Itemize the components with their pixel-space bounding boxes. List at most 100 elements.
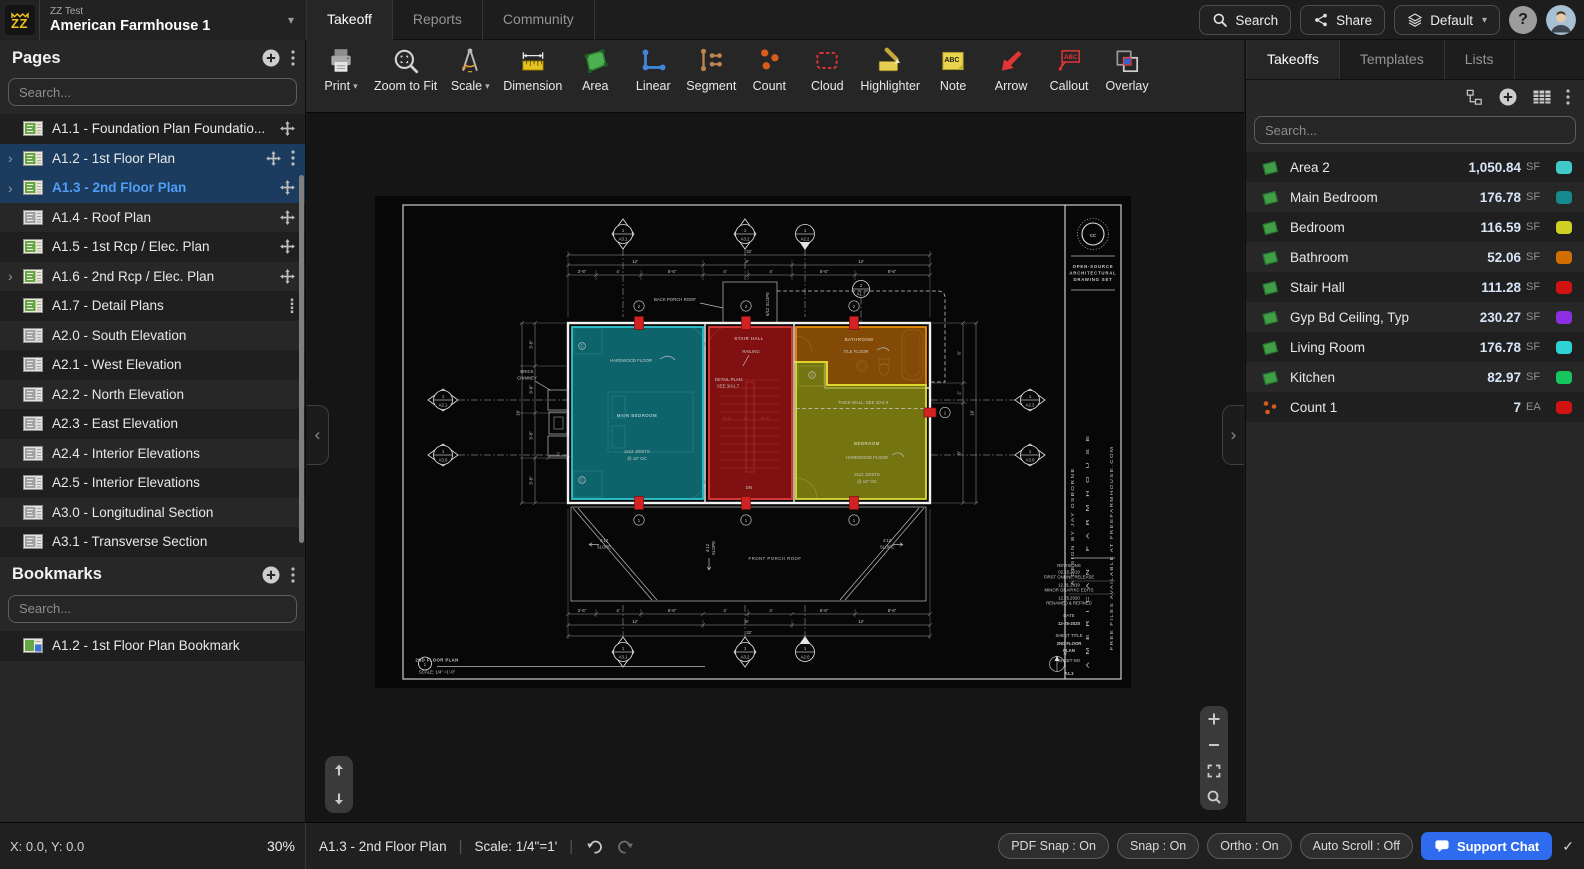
toggle-ortho-on[interactable]: Ortho : On [1207,833,1291,859]
toggle-auto-scroll-off[interactable]: Auto Scroll : Off [1300,833,1413,859]
page-row-a1-2-1st-floor-plan[interactable]: ›A1.2 - 1st Floor Plan [0,144,305,174]
takeoff-row-living-room[interactable]: Living Room176.78SF [1246,332,1584,362]
tool-segment[interactable]: Segment [682,46,740,112]
page-row-a2-2-north-elevation[interactable]: A2.2 - North Elevation [0,380,305,410]
drag-handle-icon[interactable] [289,298,295,314]
color-chip[interactable] [1556,281,1572,294]
takeoffs-menu-button[interactable] [1566,89,1570,105]
tool-scale[interactable]: Scale▾ [441,46,499,112]
page-row-a3-1-transverse-section[interactable]: A3.1 - Transverse Section [0,527,305,557]
zoom-in-button[interactable] [1204,709,1224,729]
collapse-left-panel-handle[interactable]: ‹ [307,405,329,465]
tool-note[interactable]: ABCNote [924,46,982,112]
tab-takeoff[interactable]: Takeoff [306,0,393,40]
page-row-a1-1-foundation-plan-foundatio[interactable]: A1.1 - Foundation Plan Foundatio... [0,114,305,144]
chevron-right-icon[interactable]: › [8,180,23,196]
color-chip[interactable] [1556,311,1572,324]
page-row-a3-0-longitudinal-section[interactable]: A3.0 - Longitudinal Section [0,498,305,528]
zoom-percentage[interactable]: 30% [267,838,295,854]
color-chip[interactable] [1556,371,1572,384]
tool-dimension[interactable]: Dimension [499,46,566,112]
collapse-right-panel-handle[interactable]: › [1222,405,1244,465]
move-icon[interactable] [280,180,295,195]
project-dropdown-caret-icon[interactable]: ▾ [288,13,294,27]
takeoff-row-gyp-bd-ceiling-typ[interactable]: Gyp Bd Ceiling, Typ230.27SF [1246,302,1584,332]
help-button[interactable]: ? [1509,6,1537,34]
zoom-tool-button[interactable] [1204,787,1224,807]
add-bookmark-button[interactable] [261,565,281,585]
bookmark-row[interactable]: A1.2 - 1st Floor Plan Bookmark [0,631,305,661]
bookmarks-menu-button[interactable] [291,567,295,583]
kebab-menu-icon[interactable] [291,150,295,166]
tool-area[interactable]: Area [566,46,624,112]
support-chat-button[interactable]: Support Chat [1421,832,1552,860]
previous-page-button[interactable] [329,760,349,780]
page-row-a1-4-roof-plan[interactable]: A1.4 - Roof Plan [0,203,305,233]
color-chip[interactable] [1556,401,1572,414]
add-page-button[interactable] [261,48,281,68]
color-chip[interactable] [1556,221,1572,234]
tool-arrow[interactable]: Arrow [982,46,1040,112]
tool-cloud[interactable]: Cloud [798,46,856,112]
takeoffs-search-input[interactable] [1254,116,1576,144]
page-row-a1-3-2nd-floor-plan[interactable]: ›A1.3 - 2nd Floor Plan [0,173,305,203]
takeoff-row-main-bedroom[interactable]: Main Bedroom176.78SF [1246,182,1584,212]
page-row-a2-4-interior-elevations[interactable]: A2.4 - Interior Elevations [0,439,305,469]
color-chip[interactable] [1556,341,1572,354]
move-icon[interactable] [280,239,295,254]
page-row-a1-5-1st-rcp-elec-plan[interactable]: A1.5 - 1st Rcp / Elec. Plan [0,232,305,262]
pages-search-input[interactable] [8,78,297,106]
page-row-a2-3-east-elevation[interactable]: A2.3 - East Elevation [0,409,305,439]
tool-linear[interactable]: Linear [624,46,682,112]
move-icon[interactable] [280,210,295,225]
page-row-a2-0-south-elevation[interactable]: A2.0 - South Elevation [0,321,305,351]
takeoff-row-count-1[interactable]: Count 17EA [1246,392,1584,422]
user-avatar[interactable] [1546,5,1576,35]
toggle-pdf-snap-on[interactable]: PDF Snap : On [998,833,1109,859]
tab-takeoffs[interactable]: Takeoffs [1246,40,1340,79]
tab-templates[interactable]: Templates [1340,40,1445,79]
add-takeoff-button[interactable] [1498,87,1518,107]
search-button[interactable]: Search [1199,5,1291,35]
tool-count[interactable]: Count [740,46,798,112]
group-tree-button[interactable] [1465,88,1484,107]
takeoff-row-area-2[interactable]: Area 21,050.84SF [1246,152,1584,182]
tool-zoom-to-fit[interactable]: Zoom to Fit [370,46,441,112]
undo-button[interactable] [585,837,604,855]
drawing-canvas[interactable]: CC OPEN-SOURCE ARCHITECTURAL DRAWING SET… [307,113,1244,822]
move-icon[interactable] [280,121,295,136]
bookmarks-search-input[interactable] [8,595,297,623]
color-chip[interactable] [1556,251,1572,264]
fit-to-screen-button[interactable] [1204,761,1224,781]
tool-print[interactable]: Print▾ [312,46,370,112]
tab-lists[interactable]: Lists [1445,40,1515,79]
page-row-a2-5-interior-elevations[interactable]: A2.5 - Interior Elevations [0,468,305,498]
chevron-right-icon[interactable]: › [8,268,23,284]
tool-highlighter[interactable]: Highlighter [856,46,924,112]
move-icon[interactable] [280,269,295,284]
page-row-a1-7-detail-plans[interactable]: A1.7 - Detail Plans [0,291,305,321]
pages-scrollbar[interactable] [299,175,304,543]
scale-label[interactable]: Scale: 1/4"=1' [474,839,557,854]
share-button[interactable]: Share [1300,5,1385,35]
project-selector[interactable]: ZZ ZZ Test American Farmhouse 1 ▾ [0,0,306,40]
tab-community[interactable]: Community [483,0,595,40]
chevron-right-icon[interactable]: › [8,150,23,166]
table-view-button[interactable] [1532,87,1552,107]
sheet-viewport[interactable]: CC OPEN-SOURCE ARCHITECTURAL DRAWING SET… [375,196,1131,688]
layers-default-button[interactable]: Default ▾ [1394,5,1500,35]
takeoff-row-bedroom[interactable]: Bedroom116.59SF [1246,212,1584,242]
takeoff-row-kitchen[interactable]: Kitchen82.97SF [1246,362,1584,392]
next-page-button[interactable] [329,789,349,809]
color-chip[interactable] [1556,161,1572,174]
tool-callout[interactable]: ABCCallout [1040,46,1098,112]
move-icon[interactable] [266,151,281,166]
pages-menu-button[interactable] [291,50,295,66]
zoom-out-button[interactable] [1204,735,1224,755]
toggle-snap-on[interactable]: Snap : On [1117,833,1199,859]
color-chip[interactable] [1556,191,1572,204]
takeoff-row-stair-hall[interactable]: Stair Hall111.28SF [1246,272,1584,302]
page-row-a1-6-2nd-rcp-elec-plan[interactable]: ›A1.6 - 2nd Rcp / Elec. Plan [0,262,305,292]
takeoff-row-bathroom[interactable]: Bathroom52.06SF [1246,242,1584,272]
redo-button[interactable] [616,837,635,855]
